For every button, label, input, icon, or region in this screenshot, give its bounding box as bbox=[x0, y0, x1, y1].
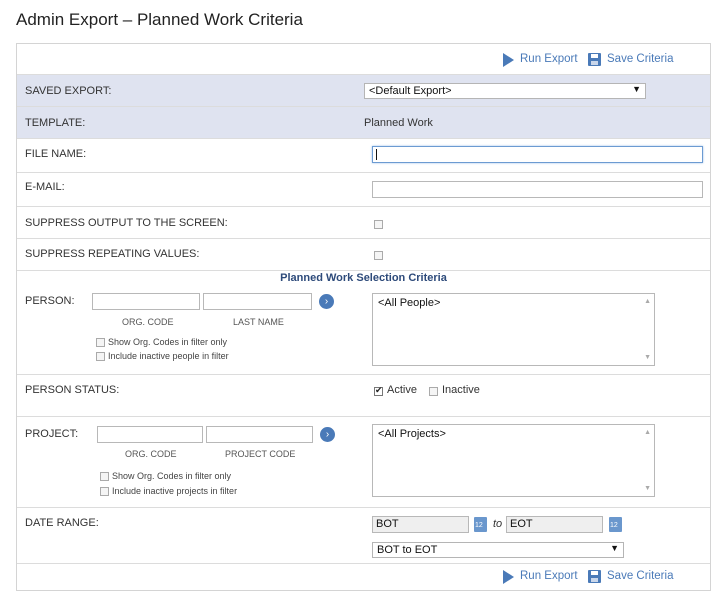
template-row: TEMPLATE: Planned Work bbox=[17, 107, 710, 139]
person-show-org-codes-label: Show Org. Codes in filter only bbox=[108, 337, 228, 347]
person-listbox[interactable]: <All People> ▲ ▼ bbox=[372, 293, 655, 366]
run-icon[interactable] bbox=[503, 53, 514, 67]
email-input[interactable] bbox=[372, 181, 703, 198]
project-show-org-codes-checkbox[interactable] bbox=[100, 472, 109, 481]
save-criteria-button[interactable]: Save Criteria bbox=[607, 570, 673, 582]
person-row: PERSON: ORG. CODE LAST NAME › Show Org. … bbox=[17, 286, 710, 375]
file-name-label: FILE NAME: bbox=[25, 148, 87, 160]
person-status-row: PERSON STATUS: Active Inactive bbox=[17, 375, 710, 417]
scroll-down-icon[interactable]: ▼ bbox=[644, 354, 651, 361]
active-label: Active bbox=[387, 384, 417, 396]
save-icon[interactable] bbox=[588, 53, 601, 66]
save-icon[interactable] bbox=[588, 570, 601, 583]
project-include-inactive-checkbox[interactable] bbox=[100, 487, 109, 496]
project-code-caption: PROJECT CODE bbox=[225, 449, 296, 459]
person-last-name-caption: LAST NAME bbox=[233, 317, 284, 327]
active-checkbox[interactable] bbox=[374, 385, 383, 396]
email-label: E-MAIL: bbox=[25, 181, 65, 193]
person-label: PERSON: bbox=[25, 295, 75, 307]
suppress-repeating-checkbox[interactable] bbox=[374, 251, 383, 260]
date-from-input[interactable]: BOT bbox=[372, 516, 469, 533]
person-last-name-input[interactable] bbox=[203, 293, 312, 310]
date-to-word: to bbox=[493, 518, 503, 530]
suppress-output-label: SUPPRESS OUTPUT TO THE SCREEN: bbox=[25, 217, 228, 229]
text-cursor bbox=[376, 148, 377, 160]
top-toolbar: Run Export Save Criteria bbox=[17, 44, 710, 75]
person-show-org-codes-checkbox[interactable] bbox=[96, 338, 105, 347]
person-list-item[interactable]: <All People> bbox=[378, 297, 440, 309]
file-name-row: FILE NAME: bbox=[17, 139, 710, 173]
run-export-button[interactable]: Run Export bbox=[520, 53, 578, 65]
inactive-label: Inactive bbox=[442, 384, 480, 396]
date-range-label: DATE RANGE: bbox=[25, 517, 99, 529]
project-code-input[interactable] bbox=[206, 426, 313, 443]
project-include-inactive-label: Include inactive projects in filter bbox=[112, 486, 238, 496]
scroll-up-icon[interactable]: ▲ bbox=[644, 429, 651, 436]
project-org-code-caption: ORG. CODE bbox=[125, 449, 177, 459]
suppress-output-checkbox[interactable] bbox=[374, 220, 383, 229]
date-range-row: DATE RANGE: BOT to EOT BOT to EOT ▼ bbox=[17, 508, 710, 564]
person-status-label: PERSON STATUS: bbox=[25, 384, 120, 396]
template-value: Planned Work bbox=[364, 117, 433, 129]
run-icon[interactable] bbox=[503, 570, 514, 584]
project-list-item[interactable]: <All Projects> bbox=[378, 428, 446, 440]
project-search-button[interactable]: › bbox=[320, 427, 335, 442]
suppress-repeating-label: SUPPRESS REPEATING VALUES: bbox=[25, 248, 200, 260]
project-show-org-codes-label: Show Org. Codes in filter only bbox=[112, 471, 232, 481]
calendar-icon[interactable] bbox=[474, 517, 487, 532]
date-from-value: BOT bbox=[376, 518, 399, 530]
section-header-row: Planned Work Selection Criteria bbox=[17, 271, 710, 286]
criteria-form: Run Export Save Criteria SAVED EXPORT: <… bbox=[16, 43, 711, 591]
person-include-inactive-checkbox[interactable] bbox=[96, 352, 105, 361]
email-row: E-MAIL: bbox=[17, 173, 710, 207]
project-label: PROJECT: bbox=[25, 428, 79, 440]
person-org-code-caption: ORG. CODE bbox=[122, 317, 174, 327]
template-label: TEMPLATE: bbox=[25, 117, 86, 129]
person-include-inactive-label: Include inactive people in filter bbox=[108, 351, 229, 361]
saved-export-value: <Default Export> bbox=[369, 85, 452, 97]
suppress-repeating-row: SUPPRESS REPEATING VALUES: bbox=[17, 239, 710, 271]
person-org-code-input[interactable] bbox=[92, 293, 200, 310]
run-export-button[interactable]: Run Export bbox=[520, 570, 578, 582]
date-preset-select[interactable]: BOT to EOT ▼ bbox=[372, 542, 624, 558]
project-listbox[interactable]: <All Projects> ▲ ▼ bbox=[372, 424, 655, 497]
saved-export-select[interactable]: <Default Export> ▼ bbox=[364, 83, 646, 99]
save-criteria-button[interactable]: Save Criteria bbox=[607, 53, 673, 65]
suppress-output-row: SUPPRESS OUTPUT TO THE SCREEN: bbox=[17, 207, 710, 239]
page-title: Admin Export – Planned Work Criteria bbox=[16, 10, 303, 29]
date-to-value: EOT bbox=[510, 518, 533, 530]
person-search-button[interactable]: › bbox=[319, 294, 334, 309]
project-org-code-input[interactable] bbox=[97, 426, 203, 443]
project-row: PROJECT: ORG. CODE PROJECT CODE › Show O… bbox=[17, 417, 710, 508]
date-to-input[interactable]: EOT bbox=[506, 516, 603, 533]
saved-export-label: SAVED EXPORT: bbox=[25, 85, 112, 97]
date-preset-value: BOT to EOT bbox=[377, 544, 438, 556]
file-name-input[interactable] bbox=[372, 146, 703, 163]
section-title: Planned Work Selection Criteria bbox=[280, 272, 447, 284]
scroll-down-icon[interactable]: ▼ bbox=[644, 485, 651, 492]
saved-export-row: SAVED EXPORT: <Default Export> ▼ bbox=[17, 75, 710, 107]
dropdown-arrow-icon: ▼ bbox=[610, 543, 619, 553]
dropdown-arrow-icon: ▼ bbox=[632, 84, 641, 94]
scroll-up-icon[interactable]: ▲ bbox=[644, 298, 651, 305]
inactive-checkbox[interactable] bbox=[429, 387, 438, 396]
bottom-toolbar: Run Export Save Criteria bbox=[17, 564, 710, 590]
calendar-icon[interactable] bbox=[609, 517, 622, 532]
